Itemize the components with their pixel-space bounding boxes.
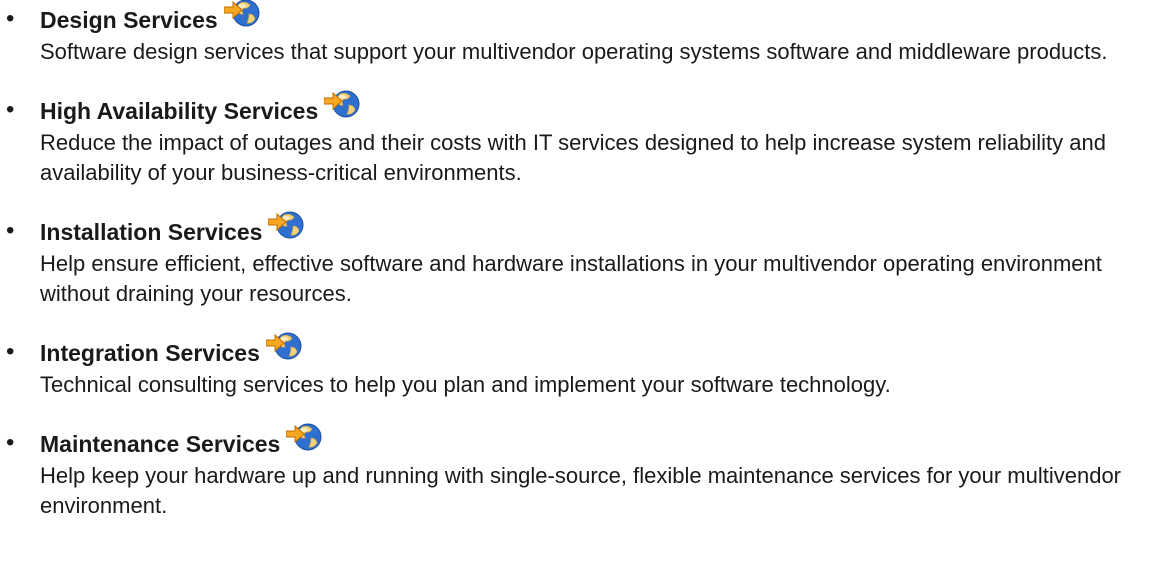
bullet-icon: • [6,338,15,365]
bullet-icon: • [6,5,15,32]
service-title-link[interactable]: Integration Services [40,340,260,367]
service-title-line: High Availability Services [40,90,1170,125]
service-item-design: • Design Services Software design servic… [0,0,1170,67]
external-link-globe-icon[interactable] [285,418,322,454]
service-title-line: Design Services [40,0,1170,34]
service-description: Help keep your hardware up and running w… [40,463,1122,518]
service-item-integration: • Integration Services Technical consult… [0,332,1170,400]
service-description: Reduce the impact of outages and their c… [40,130,1106,185]
service-title-link[interactable]: Design Services [40,7,218,34]
external-link-globe-icon[interactable] [323,85,360,121]
service-item-installation: • Installation Services Help ensure effi… [0,211,1170,309]
service-title-link[interactable]: Maintenance Services [40,431,280,458]
service-title-line: Installation Services [40,211,1170,246]
service-item-high-availability: • High Availability Services Reduce the … [0,90,1170,188]
external-link-globe-icon[interactable] [265,327,302,363]
service-item-maintenance: • Maintenance Services Help keep your ha… [0,423,1170,521]
bullet-icon: • [6,217,15,244]
service-description: Help ensure efficient, effective softwar… [40,251,1102,306]
service-title-line: Maintenance Services [40,423,1170,458]
service-description: Technical consulting services to help yo… [40,372,891,397]
bullet-icon: • [6,96,15,123]
external-link-globe-icon[interactable] [267,206,304,242]
external-link-globe-icon[interactable] [223,0,260,30]
service-title-link[interactable]: High Availability Services [40,98,318,125]
service-description: Software design services that support yo… [40,39,1108,64]
service-list: • Design Services Software design servic… [0,0,1170,521]
bullet-icon: • [6,429,15,456]
service-title-link[interactable]: Installation Services [40,219,262,246]
service-title-line: Integration Services [40,332,1170,367]
